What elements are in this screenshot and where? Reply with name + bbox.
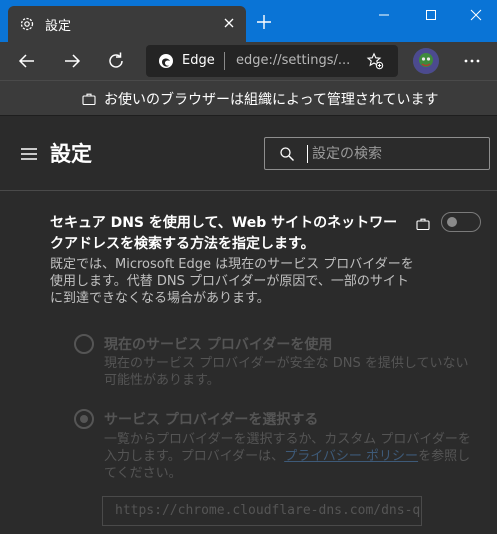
managed-notice: お使いのブラウザーは組織によって管理されています: [104, 92, 439, 108]
add-favorite-icon[interactable]: [366, 52, 384, 70]
search-input[interactable]: [307, 145, 477, 163]
close-window-icon[interactable]: [465, 6, 487, 24]
option-current-title: 現在のサービス プロバイダーを使用: [104, 337, 333, 353]
title-bar: 設定: [0, 0, 497, 42]
search-icon: [279, 146, 295, 162]
close-tab-icon[interactable]: [220, 14, 238, 32]
more-options-icon[interactable]: [460, 49, 484, 73]
radio-current-provider[interactable]: [74, 334, 94, 354]
url-text[interactable]: edge://settings/...: [236, 53, 350, 68]
option-current-description: 現在のサービス プロバイダーが安全な DNS を提供していない可能性があります。: [104, 356, 469, 388]
forward-icon[interactable]: [60, 49, 84, 73]
option-choose-description: 一覧からプロバイダーを選択するか、カスタム プロバイダーを入力します。プロバイダ…: [104, 431, 474, 482]
dns-setting-description: 既定では、Microsoft Edge は現在のサービス プロバイダーを使用しま…: [50, 257, 414, 306]
radio-selected-dot: [80, 415, 88, 423]
browser-toolbar: Edge edge://settings/...: [0, 42, 497, 80]
menu-icon[interactable]: [20, 146, 38, 160]
header-divider: [0, 190, 497, 191]
radio-choose-provider[interactable]: [74, 409, 94, 429]
toggle-knob: [447, 217, 457, 227]
briefcase-icon: [82, 91, 96, 106]
managed-policy-icon: [416, 216, 430, 231]
custom-provider-input[interactable]: https://chrome.cloudflare-dns.com/dns-q: [102, 496, 422, 526]
profile-avatar[interactable]: [413, 48, 439, 74]
settings-search[interactable]: [264, 137, 490, 170]
back-icon[interactable]: [15, 49, 39, 73]
address-separator: [224, 52, 225, 70]
new-tab-icon[interactable]: [254, 12, 274, 32]
page-title: 設定: [50, 142, 92, 166]
maximize-icon[interactable]: [420, 6, 442, 24]
tab-settings[interactable]: 設定: [8, 6, 246, 42]
managed-banner: お使いのブラウザーは組織によって管理されています: [0, 80, 497, 116]
tab-title: 設定: [45, 19, 72, 34]
option-choose-title: サービス プロバイダーを選択する: [104, 412, 319, 428]
gear-icon: [19, 16, 35, 32]
dns-setting-title: セキュア DNS を使用して、Web サイトのネットワークアドレスを検索する方法…: [50, 215, 398, 252]
site-name: Edge: [182, 53, 215, 68]
privacy-policy-link[interactable]: プライバシー ポリシー: [284, 449, 418, 464]
edge-logo-icon: [158, 53, 174, 69]
secure-dns-toggle[interactable]: [441, 212, 481, 232]
refresh-icon[interactable]: [104, 49, 128, 73]
address-bar[interactable]: Edge edge://settings/...: [146, 45, 398, 77]
minimize-icon[interactable]: [373, 6, 395, 24]
